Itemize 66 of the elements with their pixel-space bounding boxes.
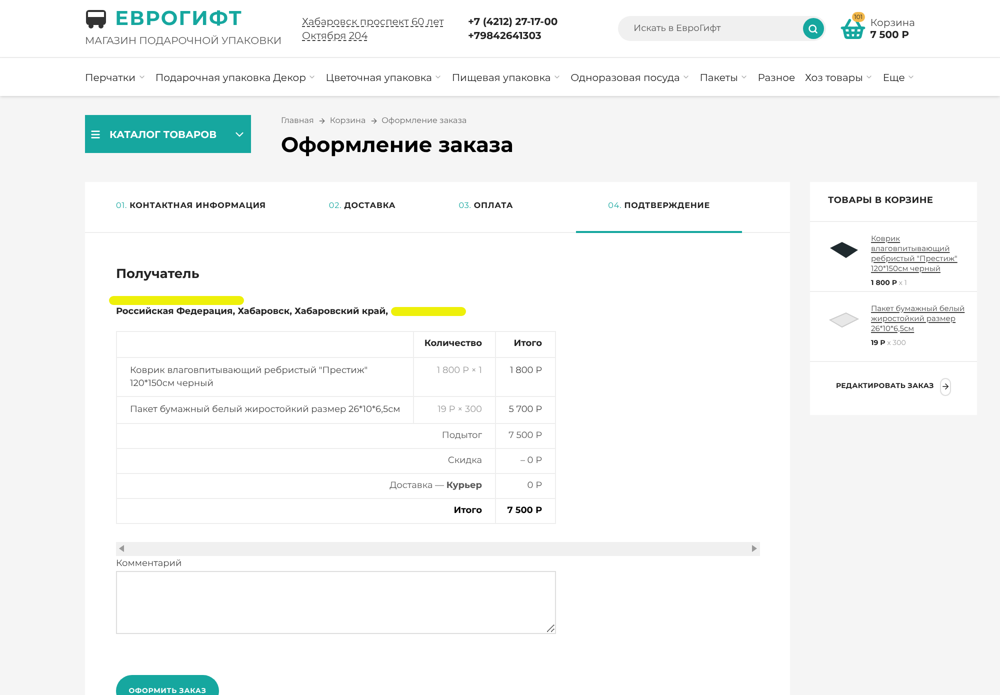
phone-number[interactable]: +7 (4212) 27-17-00 bbox=[468, 14, 558, 28]
chevron-icon bbox=[308, 73, 316, 81]
search-input[interactable]: Искать в ЕвроГифт bbox=[634, 22, 803, 36]
nav-link[interactable]: Пищевая упаковка bbox=[452, 70, 561, 84]
comment-label: Комментарий bbox=[116, 556, 183, 570]
quantity-cell: 1 800 Р × 1 bbox=[414, 357, 496, 396]
summary-value: 7 500 Р bbox=[496, 498, 556, 523]
search-field[interactable]: Искать в ЕвроГифт bbox=[618, 16, 826, 41]
summary-label: Подытог bbox=[116, 423, 496, 448]
summary-label: Доставка — Курьер bbox=[116, 473, 496, 498]
phone-number[interactable]: +79842641303 bbox=[468, 28, 558, 42]
chevron-icon bbox=[906, 73, 915, 81]
cart-total: 7 500 Р bbox=[870, 28, 909, 40]
nav-link[interactable]: Одноразовая посуда bbox=[570, 70, 690, 84]
total-cell: 5 700 Р bbox=[496, 396, 556, 423]
nav-link[interactable]: Еще bbox=[882, 70, 915, 84]
chevron-icon bbox=[740, 73, 748, 81]
product-name-cell: Пакет бумажный белый жиростойкий размер 26*10*6,5см bbox=[116, 396, 414, 423]
breadcrumb-link[interactable]: Корзина bbox=[330, 115, 366, 127]
cart-label[interactable]: Корзина bbox=[870, 16, 915, 28]
summary-value: – 0 Р bbox=[496, 448, 556, 473]
mat-icon bbox=[828, 240, 860, 260]
summary-label: Скидка bbox=[116, 448, 496, 473]
chevron-icon bbox=[682, 73, 690, 81]
column-header: Итого bbox=[496, 331, 556, 357]
chevron-icon bbox=[552, 73, 561, 81]
total-cell: 1 800 Р bbox=[496, 357, 556, 396]
page-title: Оформление заказа bbox=[281, 132, 514, 160]
product-name-cell: Коврик влаговпитывающий ребристый "Престиж" 120*150см черный bbox=[116, 357, 414, 396]
search-icon bbox=[808, 24, 818, 34]
step-tab[interactable]: 01. КОНТАКТНАЯ ИНФОРМАЦИЯ bbox=[116, 182, 329, 232]
arrow-icon bbox=[370, 117, 378, 125]
sidebar-title: ТОВАРЫ В КОРЗИНЕ bbox=[810, 182, 977, 222]
chevron-icon bbox=[865, 73, 874, 81]
column-header: Количество bbox=[414, 331, 496, 357]
summary-label: Итого bbox=[116, 498, 496, 523]
chevron-icon bbox=[434, 73, 442, 81]
nav-link[interactable]: Хоз товары bbox=[805, 70, 874, 84]
step-tab[interactable]: 04. ПОДТВЕРЖДЕНИЕ bbox=[576, 182, 742, 232]
arrow-icon bbox=[940, 382, 950, 391]
paper-bag-icon bbox=[828, 310, 860, 330]
nav-link[interactable]: Подарочная упаковка Декор bbox=[155, 70, 316, 84]
nav-link[interactable]: Перчатки bbox=[85, 70, 146, 84]
nav-link[interactable]: Пакеты bbox=[700, 70, 748, 84]
nav-link[interactable]: Цветочная упаковка bbox=[326, 70, 442, 84]
chevron-icon bbox=[138, 73, 146, 81]
step-tab[interactable]: 02. ДОСТАВКА bbox=[328, 182, 459, 232]
nav-link[interactable]: Разное bbox=[758, 70, 796, 84]
recipient-heading: Получатель bbox=[116, 264, 200, 284]
horizontal-scrollbar[interactable] bbox=[116, 542, 760, 556]
arrow-button[interactable] bbox=[940, 378, 951, 396]
search-button[interactable] bbox=[802, 18, 824, 39]
recipient-address: Российская Федерация, Хабаровск, Хабаровский край, bbox=[116, 305, 389, 318]
van-icon bbox=[85, 9, 107, 29]
breadcrumb-link[interactable]: Главная bbox=[281, 115, 314, 127]
tagline: МАГАЗИН ПОДАРОЧНОЙ УПАКОВКИ bbox=[85, 33, 283, 48]
summary-value: 0 Р bbox=[496, 473, 556, 498]
comment-field[interactable] bbox=[116, 571, 556, 634]
quantity-cell: 19 Р × 300 bbox=[414, 396, 496, 423]
menu-icon bbox=[90, 128, 102, 140]
step-tab[interactable]: 03. ОПЛАТА bbox=[458, 182, 576, 232]
arrow-icon bbox=[318, 117, 326, 125]
summary-value: 7 500 Р bbox=[496, 423, 556, 448]
address-link[interactable]: Хабаровск проспект 60 лет Октября 204 bbox=[302, 14, 462, 42]
right-arrow-icon[interactable] bbox=[752, 545, 757, 552]
left-arrow-icon[interactable] bbox=[119, 545, 124, 552]
